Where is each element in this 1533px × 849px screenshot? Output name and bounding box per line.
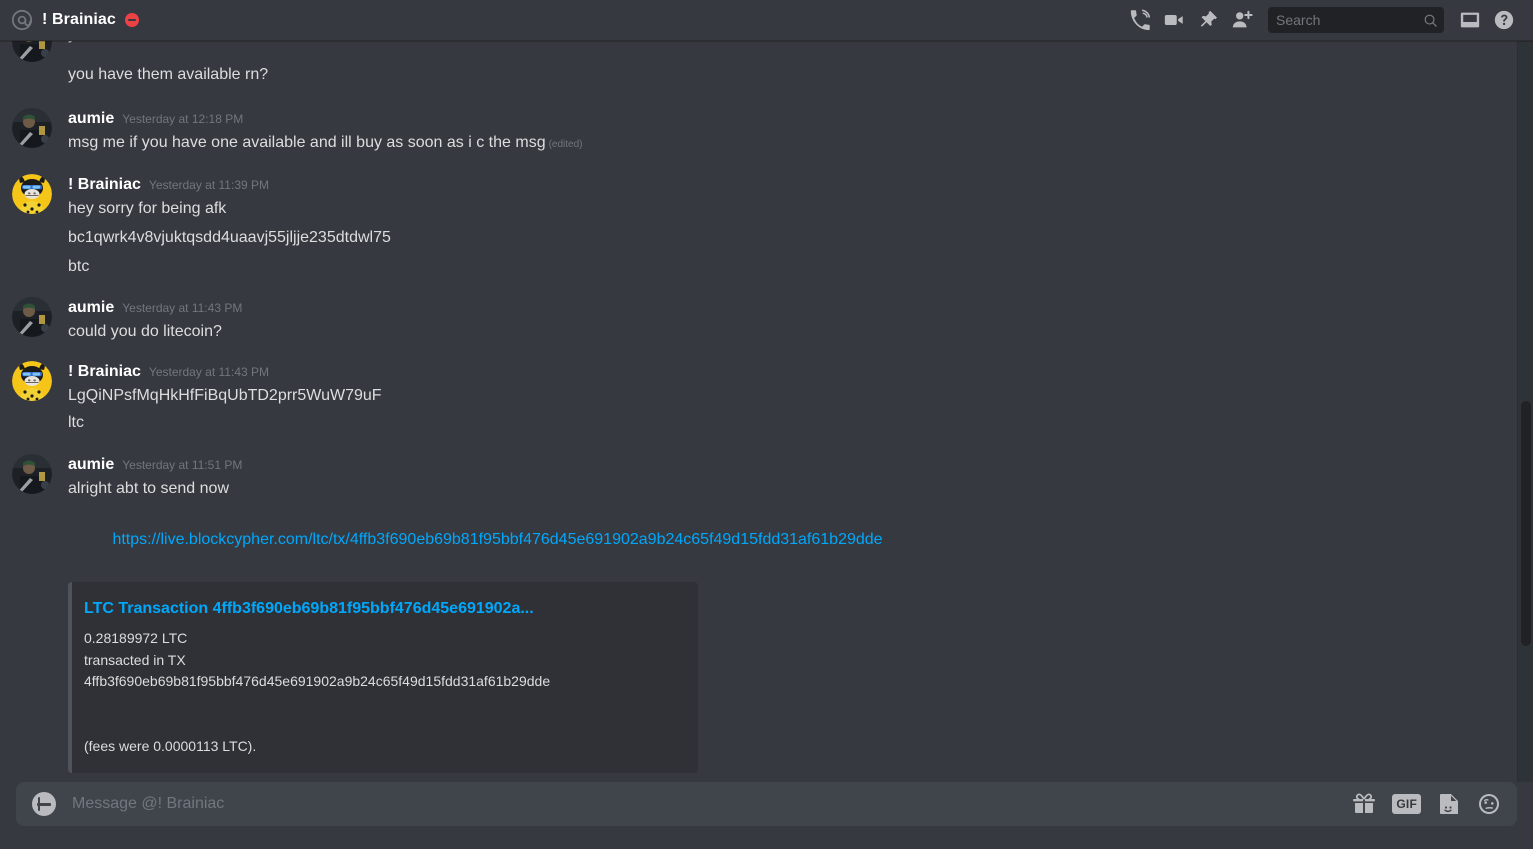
message-author[interactable]: ! Brainiac bbox=[68, 361, 141, 383]
avatar-photo-aumie bbox=[12, 297, 52, 337]
status-badge-dnd bbox=[124, 13, 139, 27]
message-timestamp: Yesterday at 11:39 PM bbox=[148, 178, 269, 192]
avatar[interactable] bbox=[12, 454, 52, 494]
video-icon[interactable] bbox=[1157, 3, 1191, 37]
gif-icon[interactable]: GIF bbox=[1392, 794, 1421, 814]
message-line: ltc bbox=[68, 414, 84, 431]
message-row: aumie Yesterday at 12:18 PM msg me if yo… bbox=[0, 108, 1517, 157]
embed-title[interactable]: LTC Transaction 4ffb3f690eb69b81f95bbf47… bbox=[84, 598, 682, 620]
inbox-icon[interactable] bbox=[1453, 3, 1487, 37]
search-icon bbox=[1423, 13, 1438, 28]
message-author[interactable]: ! Brainiac bbox=[68, 174, 141, 196]
message-body: aumie Yesterday at 11:51 PM alright abt … bbox=[68, 454, 1517, 501]
channel-header: ! Brainiac Search bbox=[0, 0, 1533, 41]
embed-description: 0.28189972 LTC transacted in TX 4ffb3f69… bbox=[84, 630, 551, 754]
message-body: aumie Yesterday at 11:43 PM could you do… bbox=[68, 297, 1517, 344]
message-item: ! Brainiac Yesterday at 11:39 PM hey sor… bbox=[0, 174, 1533, 279]
composer-icons: GIF bbox=[1352, 792, 1517, 816]
message-item: aumie Yesterday at 11:43 PM could you do… bbox=[0, 297, 1533, 344]
message-timestamp: Yesterday at 11:51 PM bbox=[122, 458, 243, 472]
message-author[interactable]: aumie bbox=[68, 454, 114, 476]
message-body: yeah shoot bbox=[68, 41, 1517, 47]
avatar-photo-aumie bbox=[12, 454, 52, 494]
message-line: bc1qwrk4v8vjuktqsdd4uaavj55jljje235dtdwl… bbox=[68, 229, 391, 246]
message-line: LgQiNPsfMqHkHfFiBqUbTD2prr5WuW79uF bbox=[68, 387, 382, 404]
avatar[interactable] bbox=[12, 174, 52, 214]
add-friend-icon[interactable] bbox=[1225, 3, 1259, 37]
gift-icon[interactable] bbox=[1352, 792, 1376, 816]
message-timestamp: Yesterday at 11:43 PM bbox=[122, 301, 243, 315]
avatar[interactable] bbox=[12, 361, 52, 401]
message-header: aumie Yesterday at 12:18 PM bbox=[68, 108, 1517, 130]
message-input[interactable]: Message @! Brainiac bbox=[72, 795, 1352, 813]
message-row: yeah shoot bbox=[0, 41, 1517, 62]
gif-label: GIF bbox=[1392, 794, 1421, 814]
transaction-link[interactable]: https://live.blockcypher.com/ltc/tx/4ffb… bbox=[112, 531, 882, 548]
message-header: ! Brainiac Yesterday at 11:43 PM bbox=[68, 361, 1517, 383]
message-input-container[interactable]: Message @! Brainiac GIF bbox=[16, 782, 1517, 826]
message-cut-line: yeah shoot bbox=[68, 41, 1517, 47]
attach-plus-icon[interactable] bbox=[32, 792, 56, 816]
message-line: alright abt to send now bbox=[68, 480, 229, 497]
message-row: aumie Yesterday at 11:43 PM could you do… bbox=[0, 297, 1517, 344]
message-body: aumie Yesterday at 12:18 PM msg me if yo… bbox=[68, 108, 1517, 157]
message-author[interactable]: aumie bbox=[68, 297, 114, 319]
pin-icon[interactable] bbox=[1191, 3, 1225, 37]
help-icon[interactable] bbox=[1487, 3, 1521, 37]
message-line: hey sorry for being afk bbox=[68, 200, 227, 217]
scrollbar-thumb[interactable] bbox=[1521, 401, 1531, 646]
message-timestamp: Yesterday at 11:43 PM bbox=[148, 365, 269, 379]
avatar-bull-brainiac bbox=[12, 361, 52, 401]
message-scroller[interactable]: yeah shoot you have them available rn? bbox=[0, 41, 1533, 782]
message-line: msg me if you have one available and ill… bbox=[68, 130, 1517, 157]
message-body: ! Brainiac Yesterday at 11:43 PM LgQiNPs… bbox=[68, 361, 1517, 408]
message-timestamp: Yesterday at 12:18 PM bbox=[122, 112, 244, 126]
avatar[interactable] bbox=[12, 108, 52, 148]
message-link-line: https://live.blockcypher.com/ltc/tx/4ffb… bbox=[0, 501, 1517, 574]
message-author[interactable]: aumie bbox=[68, 108, 114, 130]
discord-dm-window: ! Brainiac Search you have them availabl… bbox=[0, 0, 1533, 849]
message-line: btc bbox=[68, 258, 90, 275]
avatar-photo-aumie bbox=[12, 41, 52, 62]
link-embed-card: LTC Transaction 4ffb3f690eb69b81f95bbf47… bbox=[68, 582, 698, 773]
search-placeholder: Search bbox=[1276, 12, 1321, 28]
search-input[interactable]: Search bbox=[1268, 7, 1444, 33]
avatar[interactable] bbox=[12, 41, 52, 62]
channel-header-toolbar: Search bbox=[1123, 3, 1533, 37]
call-icon[interactable] bbox=[1123, 3, 1157, 37]
message-header: aumie Yesterday at 11:43 PM bbox=[68, 297, 1517, 319]
sticker-icon[interactable] bbox=[1437, 792, 1461, 816]
channel-header-left: ! Brainiac bbox=[0, 8, 1123, 32]
page-title: ! Brainiac bbox=[42, 11, 116, 28]
message-item: aumie Yesterday at 12:18 PM msg me if yo… bbox=[0, 108, 1533, 157]
message-body: ! Brainiac Yesterday at 11:39 PM hey sor… bbox=[68, 174, 1517, 221]
message-list: yeah shoot you have them available rn? bbox=[0, 41, 1533, 781]
scrollbar-track[interactable] bbox=[1517, 41, 1533, 782]
message-line: you have them available rn? bbox=[68, 66, 269, 83]
at-icon bbox=[10, 8, 34, 32]
edited-badge: (edited) bbox=[548, 139, 583, 150]
message-row: aumie Yesterday at 11:51 PM alright abt … bbox=[0, 454, 1517, 501]
avatar[interactable] bbox=[12, 297, 52, 337]
message-text: msg me if you have one available and ill… bbox=[68, 134, 546, 151]
message-item: yeah shoot you have them available rn? bbox=[0, 41, 1533, 87]
emoji-icon[interactable] bbox=[1477, 792, 1501, 816]
avatar-bull-brainiac bbox=[12, 174, 52, 214]
avatar-photo-aumie bbox=[12, 108, 52, 148]
message-header: ! Brainiac Yesterday at 11:39 PM bbox=[68, 174, 1517, 196]
message-composer: Message @! Brainiac GIF bbox=[0, 782, 1533, 849]
message-line: could you do litecoin? bbox=[68, 323, 222, 340]
message-header: aumie Yesterday at 11:51 PM bbox=[68, 454, 1517, 476]
message-item: aumie Yesterday at 11:51 PM alright abt … bbox=[0, 454, 1533, 773]
message-item: ! Brainiac Yesterday at 11:43 PM LgQiNPs… bbox=[0, 361, 1533, 435]
message-row: ! Brainiac Yesterday at 11:43 PM LgQiNPs… bbox=[0, 361, 1517, 408]
message-row: ! Brainiac Yesterday at 11:39 PM hey sor… bbox=[0, 174, 1517, 221]
